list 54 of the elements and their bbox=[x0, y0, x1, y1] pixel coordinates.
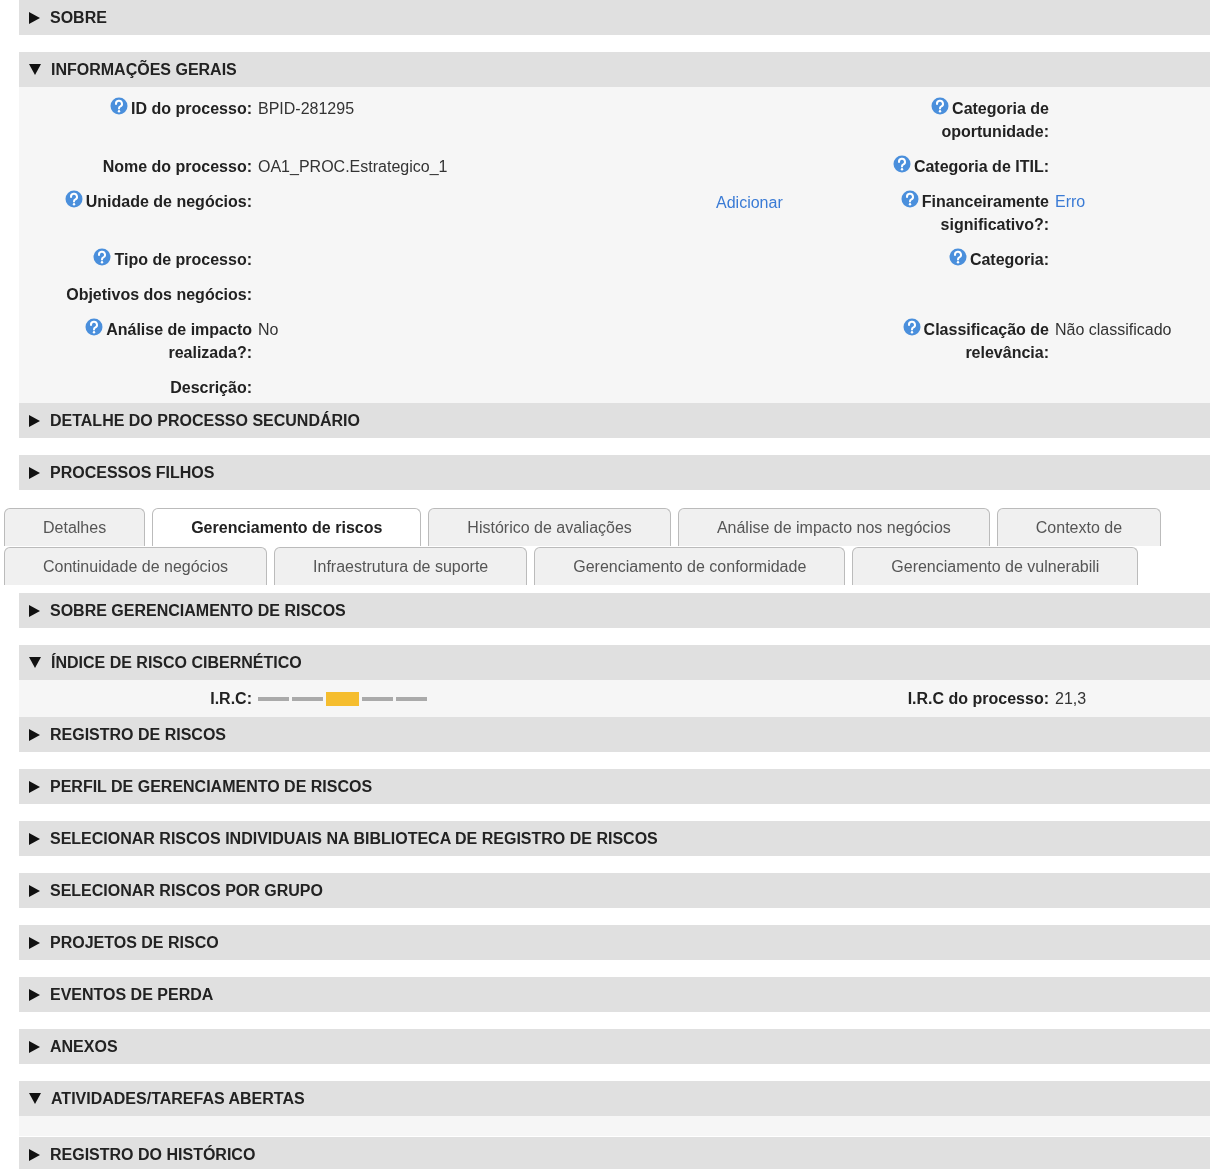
value-link[interactable]: Erro bbox=[1055, 193, 1086, 210]
help-icon[interactable] bbox=[902, 318, 921, 336]
field-value: OA1_PROC.Estrategico_1 bbox=[258, 158, 448, 175]
section-header[interactable]: SELECIONAR RISCOS INDIVIDUAIS NA BIBLIOTECA DE REGISTRO DE RISCOS bbox=[19, 821, 1210, 856]
tab[interactable]: Gerenciamento de vulnerabili bbox=[852, 547, 1139, 585]
help-icon[interactable] bbox=[93, 248, 112, 266]
section-header[interactable]: DETALHE DO PROCESSO SECUNDÁRIO bbox=[19, 403, 1210, 438]
tab[interactable]: Gerenciamento de riscos bbox=[152, 508, 422, 546]
tab[interactable]: Detalhes bbox=[4, 508, 146, 546]
tab[interactable]: Análise de impacto nos negócios bbox=[677, 508, 990, 546]
help-icon[interactable] bbox=[892, 155, 911, 173]
field-label: I.R.C do processo: bbox=[907, 690, 1049, 707]
field-value: Não classificado bbox=[1055, 321, 1172, 338]
tab[interactable]: Gerenciamento de conformidade bbox=[534, 547, 846, 585]
field-label: Descrição: bbox=[170, 379, 252, 396]
help-icon[interactable] bbox=[931, 97, 950, 115]
field-label: Tipo de processo: bbox=[114, 251, 252, 268]
section-header[interactable]: SOBRE bbox=[19, 0, 1210, 35]
field-label: Classificação de relevância: bbox=[923, 321, 1049, 361]
field-label: Nome do processo: bbox=[102, 158, 252, 175]
section-header[interactable]: ÍNDICE DE RISCO CIBERNÉTICO bbox=[19, 645, 1210, 680]
field-label: Análise de impacto realizada?: bbox=[106, 321, 252, 361]
tab[interactable]: Continuidade de negócios bbox=[4, 547, 268, 585]
field-label: Unidade de negócios: bbox=[85, 193, 252, 210]
field-label: Categoria: bbox=[969, 251, 1049, 268]
field-label: I.R.C: bbox=[210, 690, 252, 707]
section-header[interactable]: PERFIL DE GERENCIAMENTO DE RISCOS bbox=[19, 769, 1210, 804]
section-header[interactable]: PROJETOS DE RISCO bbox=[19, 925, 1210, 960]
help-icon[interactable] bbox=[110, 97, 129, 115]
section-header[interactable]: ANEXOS bbox=[19, 1029, 1210, 1064]
section-header[interactable]: SELECIONAR RISCOS POR GRUPO bbox=[19, 873, 1210, 908]
field-label: Objetivos dos negócios: bbox=[66, 286, 252, 303]
add-link[interactable]: Adicionar bbox=[716, 194, 783, 211]
help-icon[interactable] bbox=[948, 248, 967, 266]
section-header[interactable]: REGISTRO DE RISCOS bbox=[19, 717, 1210, 752]
field-value: 21,3 bbox=[1055, 690, 1087, 707]
help-icon[interactable] bbox=[900, 190, 919, 208]
field-value: BPID-281295 bbox=[258, 100, 355, 117]
tab[interactable]: Infraestrutura de suporte bbox=[274, 547, 528, 585]
tab[interactable]: Histórico de avaliações bbox=[428, 508, 671, 546]
section-header[interactable]: ATIVIDADES/TAREFAS ABERTAS bbox=[19, 1081, 1210, 1116]
section-header[interactable]: SOBRE GERENCIAMENTO DE RISCOS bbox=[19, 593, 1210, 628]
field-label: Categoria de ITIL: bbox=[913, 158, 1049, 175]
field-label: Categoria de oportunidade: bbox=[941, 100, 1049, 140]
section-header[interactable]: REGISTRO DO HISTÓRICO bbox=[19, 1137, 1210, 1169]
section-header[interactable]: EVENTOS DE PERDA bbox=[19, 977, 1210, 1012]
field-label: Financeiramente significativo?: bbox=[921, 193, 1049, 233]
help-icon[interactable] bbox=[85, 318, 104, 336]
section-header[interactable]: INFORMAÇÕES GERAIS bbox=[19, 52, 1210, 87]
help-icon[interactable] bbox=[64, 190, 83, 208]
section-header[interactable]: PROCESSOS FILHOS bbox=[19, 455, 1210, 490]
tab[interactable]: Contexto de bbox=[996, 508, 1162, 546]
field-label: ID do processo: bbox=[131, 100, 252, 117]
field-value: No bbox=[258, 321, 279, 338]
